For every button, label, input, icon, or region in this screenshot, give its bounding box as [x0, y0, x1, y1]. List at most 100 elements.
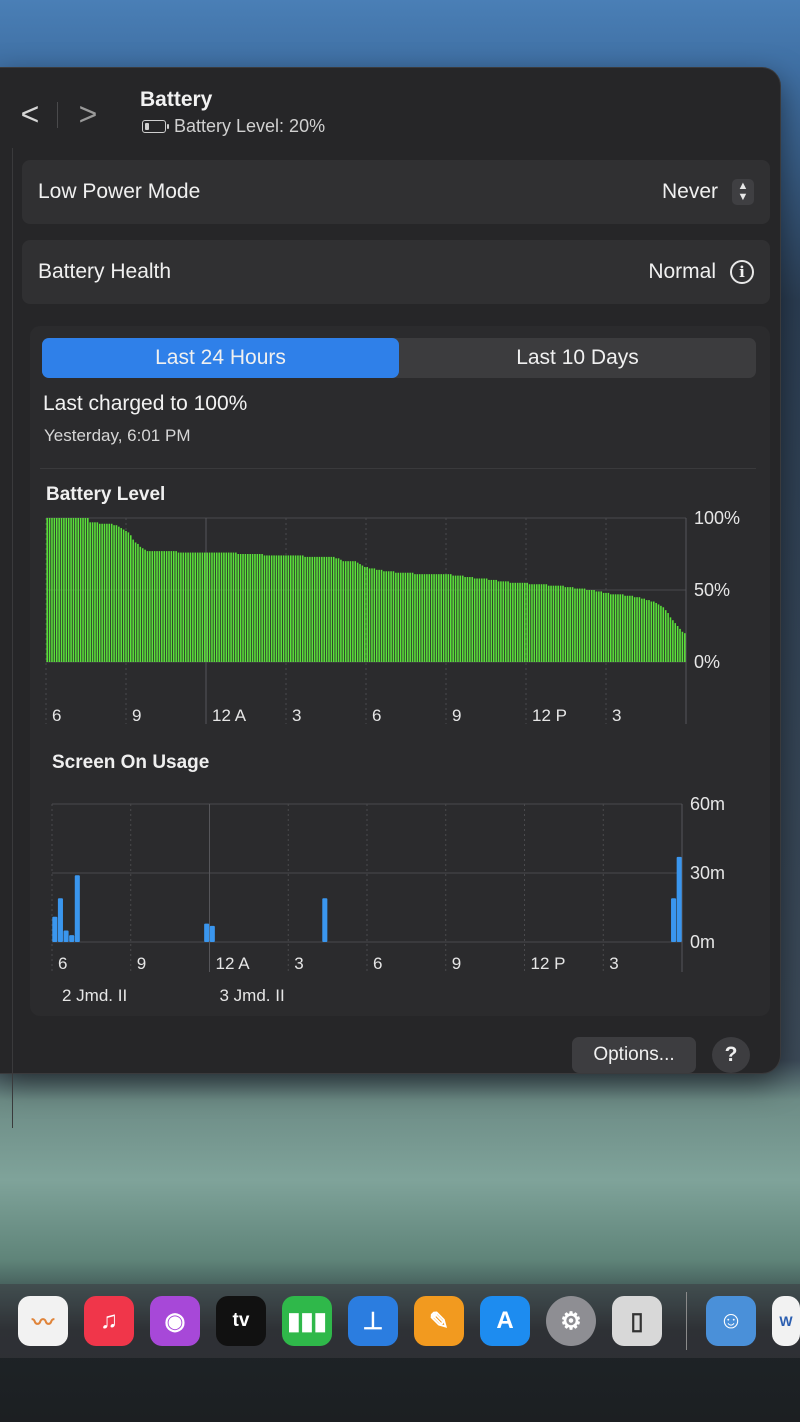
bar	[631, 595, 634, 662]
low-power-mode-select[interactable]: Never ▲ ▼	[662, 179, 754, 205]
bar	[636, 597, 638, 662]
tab-last-24-hours[interactable]: Last 24 Hours	[42, 338, 399, 378]
x-tick-label: 9	[137, 954, 146, 973]
forward-button[interactable]: >	[72, 96, 104, 132]
bar	[674, 623, 677, 662]
bar	[165, 551, 168, 662]
bar	[263, 555, 266, 662]
sidebar-edge	[0, 148, 13, 1128]
freeform-icon[interactable]: 〰	[18, 1296, 68, 1346]
bar	[225, 552, 228, 662]
bar	[571, 587, 574, 662]
help-button[interactable]: ?	[712, 1037, 750, 1073]
bar	[428, 574, 431, 662]
bar	[547, 585, 550, 662]
bar	[650, 601, 653, 662]
tv-label: tv	[232, 1310, 250, 1331]
bar	[180, 552, 182, 662]
bar	[187, 552, 189, 662]
bar	[211, 552, 213, 662]
chevron-left-icon: <	[20, 96, 40, 132]
back-button[interactable]: <	[14, 96, 46, 132]
bar	[598, 591, 600, 662]
bar	[316, 556, 318, 662]
bar	[488, 579, 490, 662]
bar	[643, 598, 645, 662]
bar	[282, 555, 285, 662]
time-range-segmented-control: Last 24 Hours Last 10 Days	[42, 338, 756, 378]
word-icon[interactable]: W	[772, 1296, 800, 1346]
bar	[483, 578, 485, 662]
options-button[interactable]: Options...	[572, 1037, 696, 1073]
bar	[364, 566, 366, 662]
bar	[151, 551, 154, 662]
low-power-mode-row: Low Power Mode Never ▲ ▼	[22, 160, 770, 224]
bar	[426, 574, 428, 662]
bar	[512, 582, 514, 662]
bar	[578, 588, 581, 662]
x-date-label: 2 Jmd. II	[62, 986, 127, 1005]
pages-icon[interactable]: ✎	[414, 1296, 464, 1346]
bar	[605, 592, 607, 662]
bar	[115, 525, 118, 662]
numbers-icon[interactable]: ▮▮▮	[282, 1296, 332, 1346]
keynote-icon[interactable]: ⊥	[348, 1296, 398, 1346]
bar	[476, 578, 478, 662]
bar	[153, 551, 156, 662]
bar	[593, 590, 595, 662]
system-settings-icon[interactable]: ⚙	[546, 1296, 596, 1346]
bar	[531, 584, 533, 662]
bar	[655, 602, 657, 662]
bar	[204, 923, 210, 942]
bar	[564, 587, 567, 662]
info-icon[interactable]: i	[730, 260, 754, 284]
bar	[220, 552, 223, 662]
bar	[521, 582, 524, 662]
app-store-icon[interactable]: A	[480, 1296, 530, 1346]
bar	[144, 549, 146, 662]
bar	[77, 518, 80, 662]
bar	[538, 584, 540, 662]
bar	[492, 579, 495, 662]
tv-icon[interactable]: tv	[216, 1296, 266, 1346]
bar	[292, 555, 294, 662]
bar	[208, 552, 211, 662]
bar	[156, 551, 158, 662]
bar	[313, 556, 316, 662]
bar	[607, 592, 610, 662]
up-down-chevron-icon[interactable]: ▲ ▼	[732, 179, 754, 205]
bar	[679, 628, 681, 662]
tab-last-10-days[interactable]: Last 10 Days	[399, 338, 756, 378]
bar	[175, 551, 177, 662]
battery-icon	[142, 120, 169, 133]
bar	[161, 551, 163, 662]
bar	[407, 572, 409, 662]
ipad-icon[interactable]: ▯	[612, 1296, 662, 1346]
bar	[550, 585, 552, 662]
bar	[452, 575, 454, 662]
bar	[125, 530, 127, 662]
bar	[309, 556, 311, 662]
finder-icon[interactable]: ☺	[706, 1296, 756, 1346]
bar	[669, 617, 672, 662]
bar	[170, 551, 173, 662]
bar	[399, 572, 402, 662]
bar	[235, 552, 237, 662]
bar	[318, 556, 321, 662]
bar	[414, 574, 416, 662]
bar	[194, 552, 197, 662]
music-icon[interactable]: ♫	[84, 1296, 134, 1346]
battery-level-chart-title: Battery Level	[46, 484, 166, 505]
bar	[481, 578, 483, 662]
bar	[79, 518, 82, 662]
bar	[440, 574, 442, 662]
bar	[55, 518, 58, 662]
bar	[209, 925, 215, 942]
bar	[514, 582, 517, 662]
last-charged-label: Last charged to 100%	[43, 392, 248, 415]
battery-level-text: Battery Level: 20%	[174, 116, 326, 136]
x-tick-label: 9	[132, 706, 141, 725]
bar	[158, 551, 161, 662]
bar	[509, 582, 512, 662]
podcasts-icon[interactable]: ◉	[150, 1296, 200, 1346]
